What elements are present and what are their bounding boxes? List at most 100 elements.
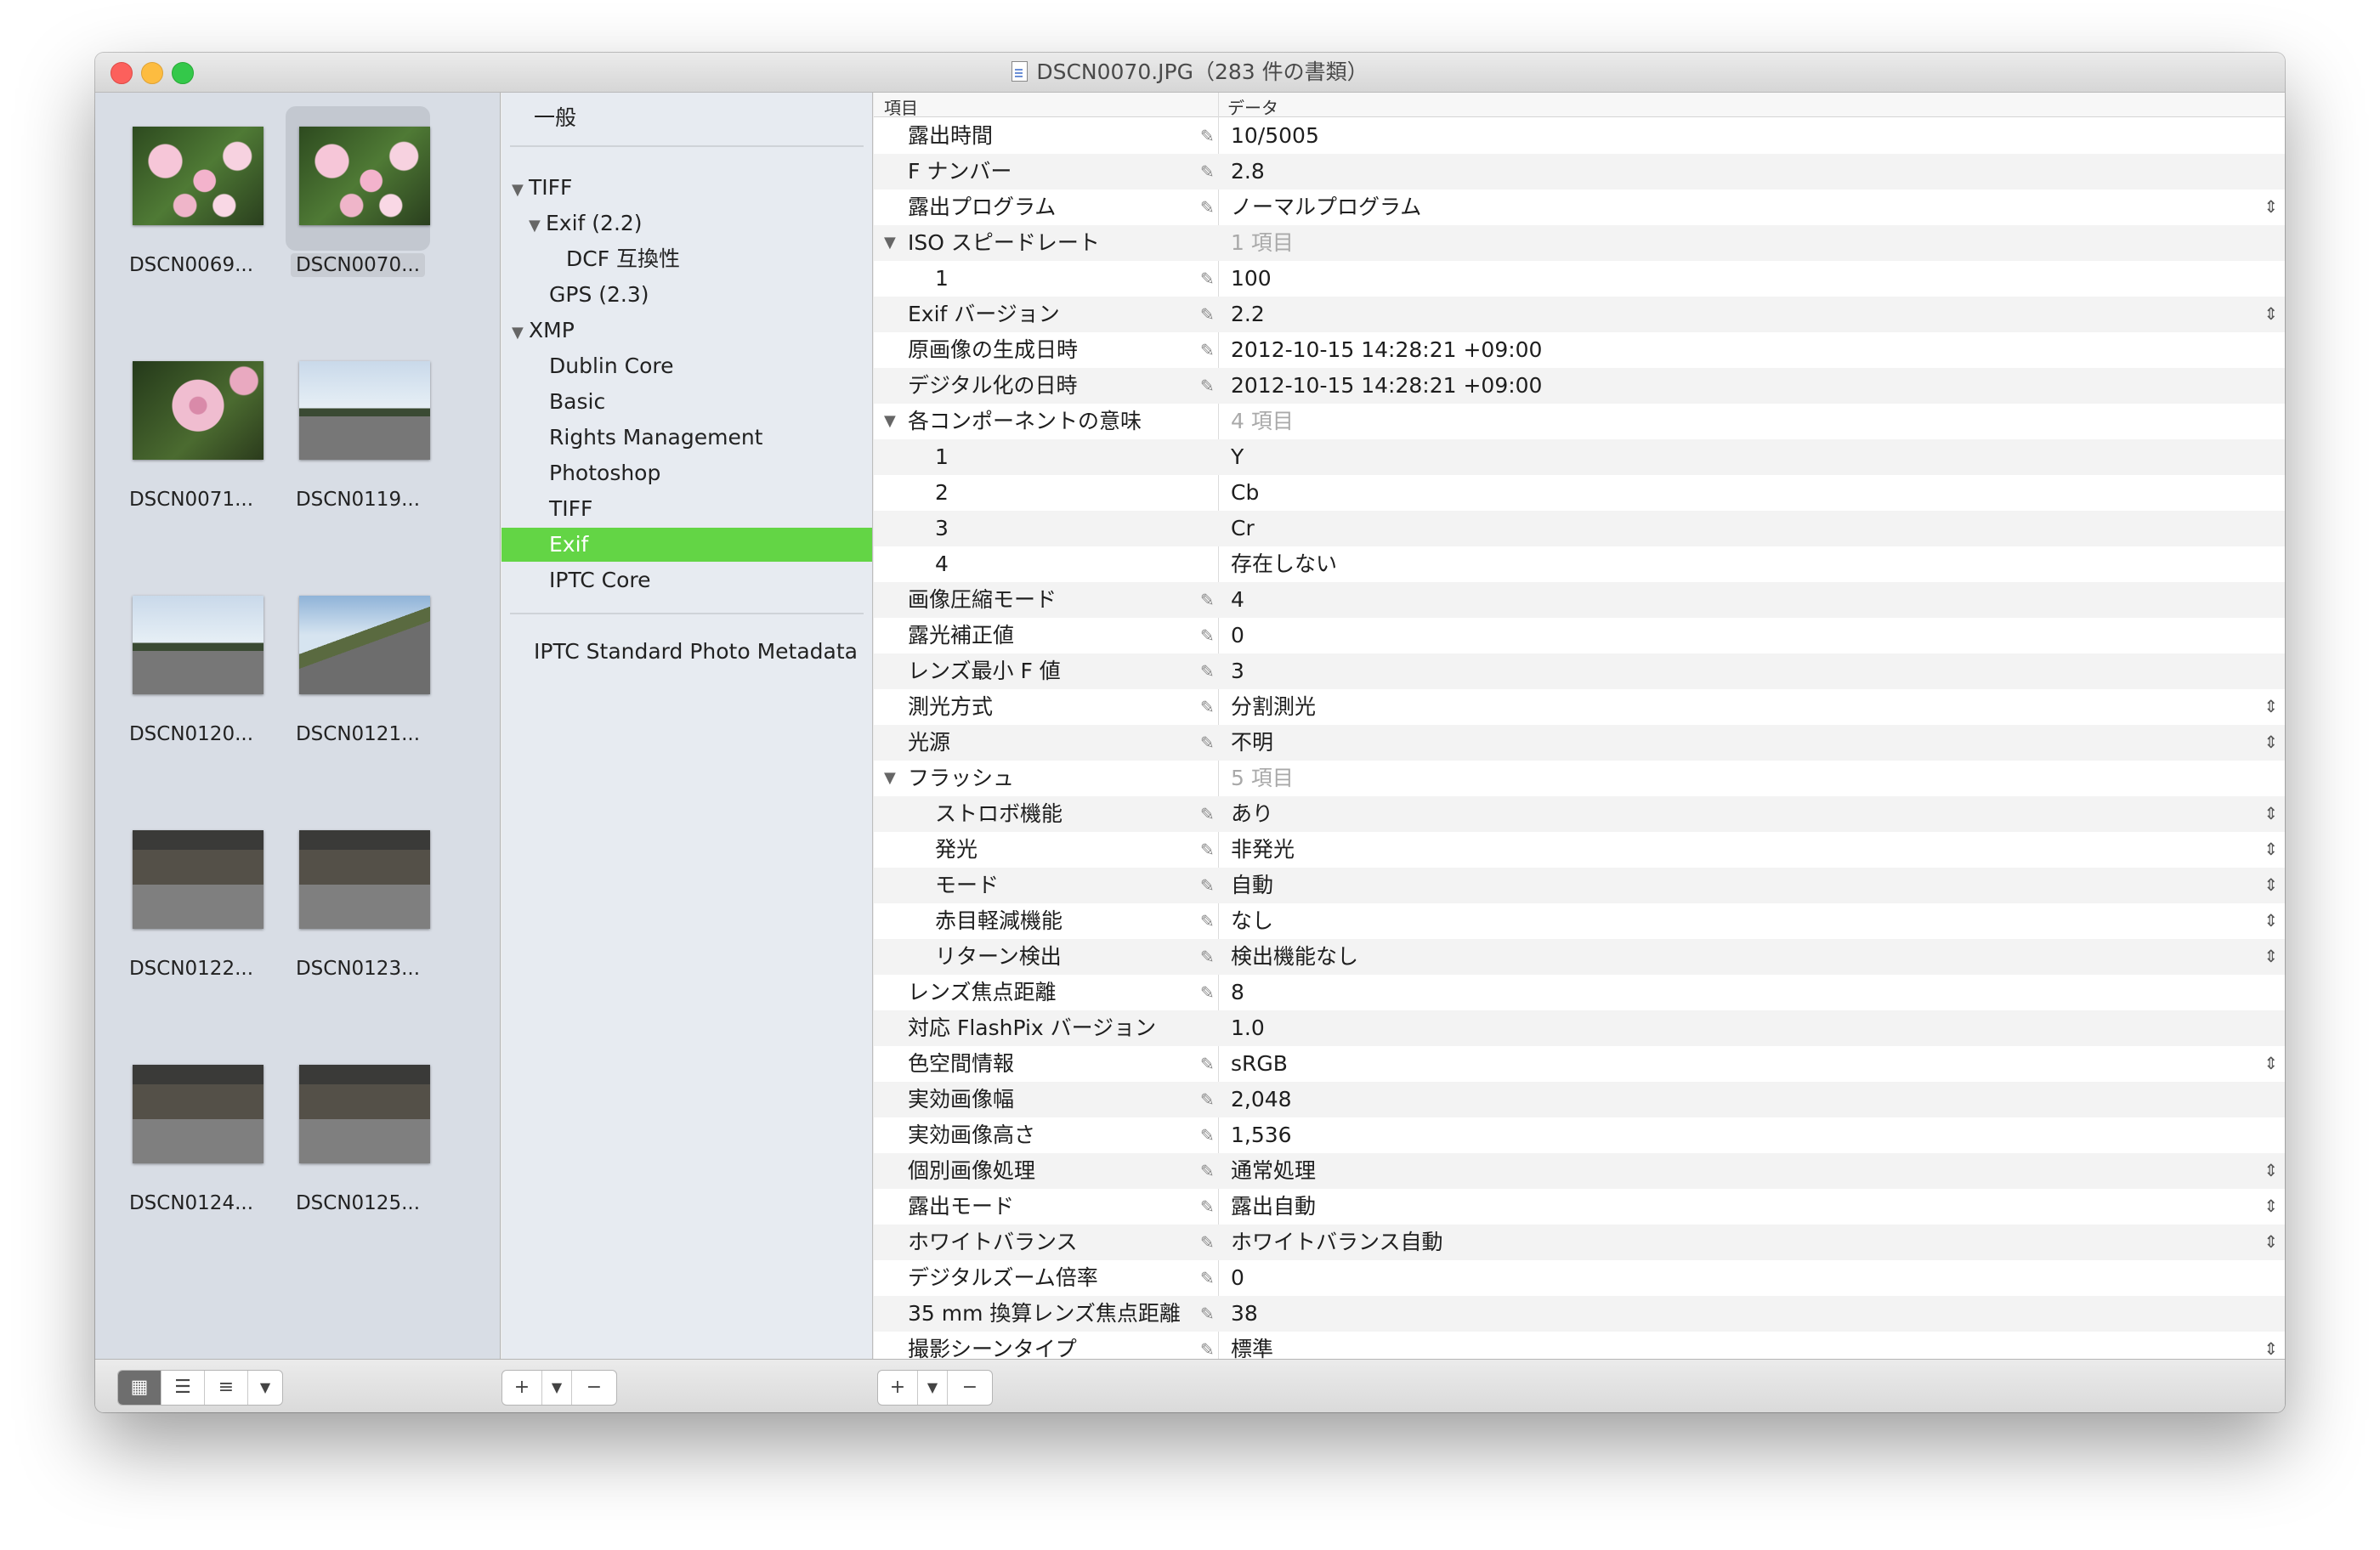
field-value[interactable]: 2012-10-15 14:28:21 +09:00 [1231,332,1542,368]
edit-pencil-icon[interactable]: ✎ [1200,1260,1215,1296]
popup-stepper-icon[interactable]: ⇕ [2264,297,2278,331]
table-row[interactable]: モード ✎ 自動 ⇕ [874,868,2285,903]
field-value[interactable]: 露出自動 [1231,1189,1316,1225]
table-row[interactable]: 露出モード ✎ 露出自動 ⇕ [874,1189,2285,1225]
field-value[interactable]: ホワイトバランス自動 [1231,1225,1443,1260]
table-row[interactable]: 対応 FlashPix バージョン 1.0 [874,1010,2285,1046]
remove-button[interactable]: − [572,1371,616,1405]
list-view-button[interactable]: ≡ [205,1371,248,1405]
column-header-item[interactable]: 項目 [884,94,918,119]
table-row[interactable]: ホワイトバランス ✎ ホワイトバランス自動 ⇕ [874,1225,2285,1260]
field-value[interactable]: 8 [1231,975,1244,1010]
edit-pencil-icon[interactable]: ✎ [1200,1332,1215,1359]
outline-item-tiff[interactable]: ▼ TIFF [502,171,872,205]
edit-pencil-icon[interactable]: ✎ [1200,1117,1215,1153]
table-row[interactable]: 色空間情報 ✎ sRGB ⇕ [874,1046,2285,1082]
outline-item-xmp-exif[interactable]: Exif [502,528,872,562]
field-value[interactable]: ノーマルプログラム [1231,190,1421,225]
field-value[interactable]: 100 [1231,261,1272,297]
column-header-data[interactable]: データ [1227,94,1278,119]
outline-item-xmp-tiff[interactable]: TIFF [502,492,872,526]
grid-view-button[interactable]: ▦ [118,1371,162,1405]
thumbnail-image[interactable] [133,361,264,460]
table-row[interactable]: レンズ最小 F 値 ✎ 3 [874,653,2285,689]
disclosure-triangle-icon[interactable]: ▼ [884,225,896,261]
table-row[interactable]: Exif バージョン ✎ 2.2 ⇕ [874,297,2285,332]
thumbnail-image[interactable] [299,361,430,460]
field-value[interactable]: 4 [1231,582,1244,618]
disclosure-triangle-icon[interactable]: ▼ [884,761,896,796]
field-value[interactable]: 検出機能なし [1231,939,1358,975]
disclosure-triangle-icon[interactable]: ▼ [512,316,529,350]
edit-pencil-icon[interactable]: ✎ [1200,653,1215,689]
field-value[interactable]: 2012-10-15 14:28:21 +09:00 [1231,368,1542,404]
edit-pencil-icon[interactable]: ✎ [1200,1189,1215,1225]
popup-stepper-icon[interactable]: ⇕ [2264,1189,2278,1223]
edit-pencil-icon[interactable]: ✎ [1200,689,1215,725]
add-field-menu-button[interactable]: ▼ [918,1371,948,1405]
popup-stepper-icon[interactable]: ⇕ [2264,903,2278,937]
edit-pencil-icon[interactable]: ✎ [1200,261,1215,297]
thumbnail-image[interactable] [299,1065,430,1163]
field-value[interactable]: あり [1231,796,1273,832]
edit-pencil-icon[interactable]: ✎ [1200,368,1215,404]
edit-pencil-icon[interactable]: ✎ [1200,939,1215,975]
table-row[interactable]: 1Y [874,439,2285,475]
disclosure-triangle-icon[interactable]: ▼ [512,173,529,207]
disclosure-triangle-icon[interactable]: ▼ [529,209,546,243]
table-row[interactable]: F ナンバー ✎ 2.8 [874,154,2285,190]
table-row[interactable]: リターン検出 ✎ 検出機能なし ⇕ [874,939,2285,975]
popup-stepper-icon[interactable]: ⇕ [2264,190,2278,223]
field-value[interactable]: 分割測光 [1231,689,1316,725]
popup-stepper-icon[interactable]: ⇕ [2264,1332,2278,1359]
table-row[interactable]: 撮影シーンタイプ ✎ 標準 ⇕ [874,1332,2285,1359]
popup-stepper-icon[interactable]: ⇕ [2264,725,2278,759]
table-group-row[interactable]: ▼ フラッシュ 5 項目 [874,761,2285,796]
outline-item-photoshop[interactable]: Photoshop [502,456,872,490]
table-row[interactable]: 35 mm 換算レンズ焦点距離 ✎ 38 [874,1296,2285,1332]
table-row[interactable]: 発光 ✎ 非発光 ⇕ [874,832,2285,868]
outline-item-iptc-standard[interactable]: IPTC Standard Photo Metadata [502,635,872,669]
outline-item-gps[interactable]: GPS (2.3) [502,278,872,312]
edit-pencil-icon[interactable]: ✎ [1200,618,1215,653]
popup-stepper-icon[interactable]: ⇕ [2264,1153,2278,1187]
table-row[interactable]: 2 Cb [874,475,2285,511]
outline-item-general[interactable]: 一般 [502,101,872,135]
edit-pencil-icon[interactable]: ✎ [1200,1225,1215,1260]
popup-stepper-icon[interactable]: ⇕ [2264,832,2278,866]
popup-stepper-icon[interactable]: ⇕ [2264,689,2278,723]
edit-pencil-icon[interactable]: ✎ [1200,297,1215,332]
field-value[interactable]: 不明 [1231,725,1273,761]
table-row[interactable]: 実効画像高さ ✎ 1,536 [874,1117,2285,1153]
table-group-row[interactable]: ▼ 各コンポーネントの意味 4 項目 [874,404,2285,439]
table-row[interactable]: 1 ✎ 100 [874,261,2285,297]
remove-field-button[interactable]: − [948,1371,992,1405]
field-value[interactable]: sRGB [1231,1046,1288,1082]
table-row[interactable]: レンズ焦点距離 ✎ 8 [874,975,2285,1010]
field-value[interactable]: 0 [1231,618,1244,653]
title-bar[interactable]: DSCN0070.JPG（283 件の書類） [95,53,2285,93]
thumbnail-image[interactable] [133,830,264,929]
popup-stepper-icon[interactable]: ⇕ [2264,1046,2278,1080]
field-value[interactable]: 3 [1231,653,1244,689]
thumbnail-image[interactable] [133,127,264,225]
field-value[interactable]: 1,536 [1231,1117,1292,1153]
outline-item-rights[interactable]: Rights Management [502,421,872,455]
table-row[interactable]: ストロボ機能 ✎ あり ⇕ [874,796,2285,832]
edit-pencil-icon[interactable]: ✎ [1200,903,1215,939]
edit-pencil-icon[interactable]: ✎ [1200,868,1215,903]
add-field-button[interactable]: + [878,1371,918,1405]
outline-item-xmp[interactable]: ▼ XMP [502,314,872,348]
disclosure-triangle-icon[interactable]: ▼ [884,404,896,439]
popup-stepper-icon[interactable]: ⇕ [2264,796,2278,830]
table-row[interactable]: 光源 ✎ 不明 ⇕ [874,725,2285,761]
edit-pencil-icon[interactable]: ✎ [1200,1046,1215,1082]
edit-pencil-icon[interactable]: ✎ [1200,154,1215,190]
table-group-row[interactable]: ▼ ISO スピードレート 1 項目 [874,225,2285,261]
field-value[interactable]: 通常処理 [1231,1153,1316,1189]
outline-item-basic[interactable]: Basic [502,385,872,419]
field-value[interactable]: 自動 [1231,868,1273,903]
popup-stepper-icon[interactable]: ⇕ [2264,868,2278,902]
outline-view-button[interactable]: ☰ [162,1371,205,1405]
edit-pencil-icon[interactable]: ✎ [1200,1153,1215,1189]
